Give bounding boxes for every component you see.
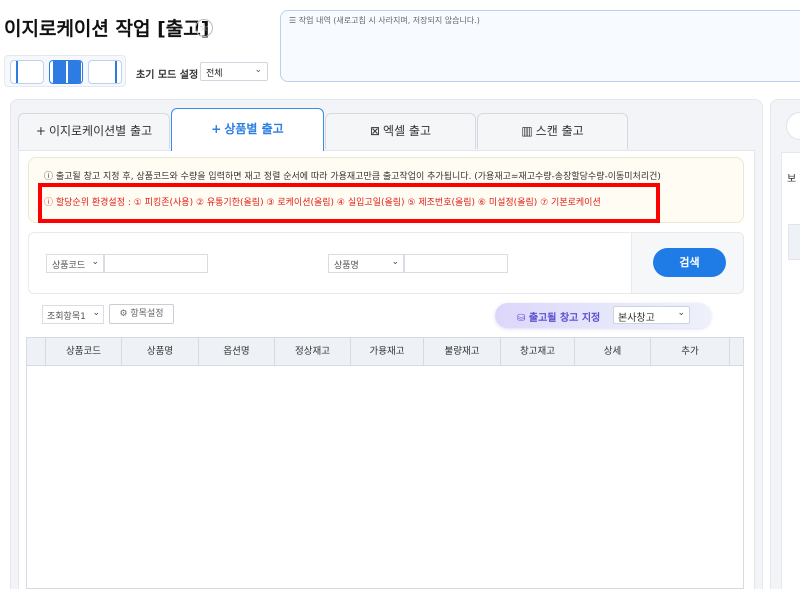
mode-select[interactable]: 전체 ⌄: [200, 62, 268, 81]
tab-excel-outbound[interactable]: ⊠ 엑셀 출고: [325, 113, 476, 149]
col-header-product-name[interactable]: 상품명: [122, 338, 199, 365]
col-header-detail[interactable]: 상세: [575, 338, 651, 365]
tab-label: 엑셀 출고: [383, 124, 432, 138]
plus-icon: +: [211, 122, 222, 136]
view-item-select[interactable]: 조회항목1 ⌄: [42, 305, 104, 324]
tab-label: 이지로케이션별 출고: [48, 124, 153, 138]
warehouse-select[interactable]: 본사창고 ⌄: [613, 306, 690, 324]
allocation-priority-text: 할당순위 환경설정 : ① 피킹존(사용) ② 유통기한(올림) ③ 로케이션(…: [55, 198, 601, 208]
page-title: 이지로케이션 작업 [출고]: [4, 18, 210, 40]
info-icon: ⓘ: [44, 198, 56, 208]
allocation-priority-line: ⓘ 할당순위 환경설정 : ① 피킹존(사용) ② 유통기한(올림) ③ 로케이…: [44, 195, 601, 208]
layout-right-button[interactable]: [88, 60, 122, 84]
layout-left-button[interactable]: [10, 60, 44, 84]
mode-select-value: 전체: [206, 69, 223, 79]
col-header-normal-stock[interactable]: 정상재고: [275, 338, 351, 365]
col-header-add[interactable]: 추가: [651, 338, 730, 365]
warehouse-icon: ⛁: [517, 313, 529, 324]
column-settings-button[interactable]: ⚙ 항목설정: [109, 304, 174, 324]
product-code-select[interactable]: 상품코드 ⌄: [46, 254, 104, 273]
tab-label: 상품별 출고: [224, 122, 284, 136]
column-settings-label: 항목설정: [130, 309, 164, 319]
tab-label: 스캔 출고: [535, 124, 584, 138]
gear-icon: ⚙: [119, 309, 128, 319]
warehouse-assign-text: 출고될 창고 지정: [528, 313, 601, 324]
chevron-down-icon: ⌄: [254, 65, 262, 75]
notice-text: 출고될 창고 지정 후, 상품코드와 수량을 입력하면 재고 정렬 순서에 따라…: [55, 172, 661, 182]
right-panel-label: 보: [787, 174, 797, 185]
product-name-input[interactable]: [404, 254, 508, 273]
plus-icon: +: [35, 124, 46, 138]
warehouse-assign-label: ⛁ 출고될 창고 지정: [517, 309, 600, 324]
chevron-down-icon: ⌄: [92, 308, 100, 318]
product-name-select-value: 상품명: [334, 261, 359, 271]
memo-textarea[interactable]: ☰ 작업 내역 (새로고침 시 사라지며, 저장되지 않습니다.): [280, 10, 800, 82]
col-header-available-stock[interactable]: 가용재고: [351, 338, 424, 365]
excel-icon: ⊠: [369, 124, 381, 138]
product-grid: [26, 337, 744, 589]
chevron-down-icon: ⌄: [91, 257, 99, 267]
col-header-warehouse-stock[interactable]: 창고재고: [501, 338, 575, 365]
product-code-input[interactable]: [104, 254, 208, 273]
right-panel-content: [781, 152, 800, 589]
warehouse-select-value: 본사창고: [618, 313, 655, 324]
search-button[interactable]: 검색: [653, 248, 726, 277]
mode-label: 초기 모드 설정: [136, 70, 199, 81]
chevron-down-icon: ⌄: [677, 308, 685, 318]
right-panel-grid-header: [788, 224, 800, 260]
col-header-defective-stock[interactable]: 불량재고: [424, 338, 501, 365]
chevron-down-icon: ⌄: [391, 257, 399, 267]
view-item-value: 조회항목1: [47, 312, 86, 322]
barcode-icon: ▥: [521, 124, 533, 138]
product-name-select[interactable]: 상품명 ⌄: [328, 254, 404, 273]
tab-ezlocation-outbound[interactable]: + 이지로케이션별 출고: [18, 113, 170, 149]
info-icon: ⓘ: [44, 172, 56, 182]
layout-split-button[interactable]: [49, 60, 83, 84]
col-header-option-name[interactable]: 옵션명: [199, 338, 275, 365]
memo-placeholder: 작업 내역 (새로고침 시 사라지며, 저장되지 않습니다.): [298, 16, 480, 25]
product-code-select-value: 상품코드: [52, 261, 86, 271]
list-icon: ☰: [289, 16, 299, 25]
tab-product-outbound[interactable]: + 상품별 출고: [171, 108, 324, 151]
grid-header-checkbox-col: [27, 338, 46, 365]
notice-line: ⓘ 출고될 창고 지정 후, 상품코드와 수량을 입력하면 재고 정렬 순서에 …: [44, 169, 661, 182]
layout-toggle-group: [4, 55, 126, 87]
favorite-star-icon[interactable]: ☆: [195, 19, 213, 37]
col-header-product-code[interactable]: 상품코드: [46, 338, 122, 365]
tab-scan-outbound[interactable]: ▥ 스캔 출고: [477, 113, 628, 149]
